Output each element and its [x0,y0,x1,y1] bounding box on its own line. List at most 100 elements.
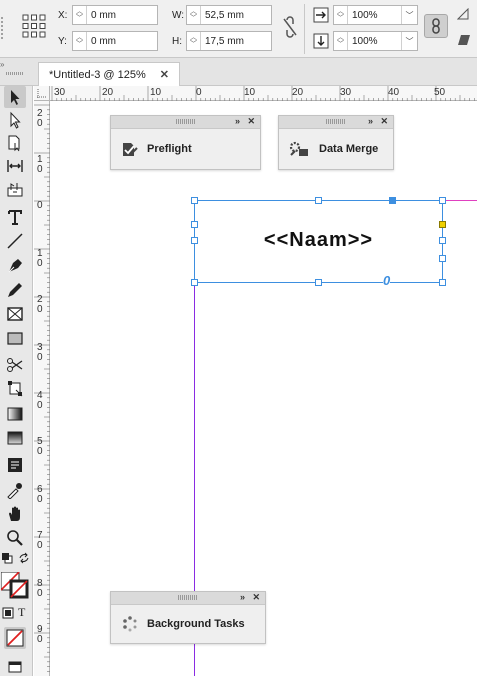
preflight-panel[interactable]: » ✕ Preflight [110,115,261,170]
ruler-label: 2 0 [37,294,43,315]
x-position-field[interactable]: ︿ ﹀ 0 mm [72,5,158,25]
preflight-icon [123,143,138,156]
selection-tool-icon[interactable] [4,86,26,108]
fill-stroke-swatch-icon[interactable] [0,571,31,603]
close-icon[interactable]: ✕ [247,116,255,127]
default-fill-stroke-icon[interactable] [1,552,13,567]
resize-handle-bottom[interactable] [315,279,322,286]
shear-icon[interactable] [457,34,471,49]
width-field[interactable]: ︿ ﹀ 52,5 mm [186,5,272,25]
spinner-icon [123,616,137,632]
formatting-text-icon[interactable]: T [18,605,25,620]
document-tab[interactable]: *Untitled-3 @ 125% ✕ [38,62,180,86]
close-icon[interactable]: ✕ [380,116,388,127]
data-merge-panel[interactable]: » ✕ Data Merge [278,115,394,170]
in-port-handle[interactable] [389,197,396,204]
constrain-scale-button[interactable] [424,14,448,38]
panel-header[interactable]: » ✕ [111,592,265,605]
scale-y-field[interactable]: ︿ ﹀ 100% ﹀ [333,31,418,51]
chevron-down-icon[interactable]: ﹀ [401,32,417,50]
hand-tool-icon[interactable] [4,503,26,525]
note-tool-icon[interactable] [4,454,26,476]
panel-header[interactable]: » ✕ [279,116,393,129]
type-tool-icon[interactable] [4,206,26,228]
resize-handle-left[interactable] [191,237,198,244]
resize-handle-right[interactable] [439,237,446,244]
document-tab-title: *Untitled-3 @ 125% [49,68,146,81]
scale-x-stepper[interactable]: ︿ ﹀ [334,6,348,24]
corner-options-handle[interactable] [191,221,198,228]
resize-handle-top[interactable] [315,197,322,204]
pen-tool-icon[interactable] [4,255,26,277]
ruler-label: 10 [150,87,162,98]
apply-none-icon[interactable] [4,627,26,649]
close-icon[interactable]: ✕ [160,68,169,81]
panel-grip[interactable] [326,119,346,124]
ruler-label: 0 [196,87,202,98]
preflight-button[interactable]: Preflight [111,129,260,169]
scissors-tool-icon[interactable] [4,354,26,376]
y-stepper[interactable]: ︿ ﹀ [73,32,87,50]
corner-options-yellow-handle[interactable] [439,221,446,228]
ruler-label: 2 0 [37,108,43,129]
collapse-panels-icon[interactable]: » [0,60,4,69]
w-label: W: [172,10,185,21]
height-stepper[interactable]: ︿ ﹀ [187,32,201,50]
text-frame[interactable]: <<Naam>> [194,200,443,283]
background-tasks-panel[interactable]: » ✕ Background Tasks [110,591,266,644]
resize-handle-top-right[interactable] [439,197,446,204]
resize-handle-top-left[interactable] [191,197,198,204]
panel-grip[interactable] [0,14,6,44]
h-label: H: [172,36,182,47]
constrain-proportions-icon[interactable] [282,16,298,41]
formatting-container-icon[interactable] [2,607,14,622]
line-tool-icon[interactable] [4,230,26,252]
y-position-field[interactable]: ︿ ﹀ 0 mm [72,31,158,51]
x-stepper[interactable]: ︿ ﹀ [73,6,87,24]
ruler-label: 6 0 [37,484,43,505]
vertical-ruler[interactable]: 2 0 1 0 0 1 0 2 0 3 0 4 0 5 0 6 0 7 0 8 … [34,101,50,676]
zoom-tool-icon[interactable] [4,527,26,549]
reference-point-icon[interactable] [22,14,46,41]
out-port-handle[interactable] [439,255,446,262]
margin-guide-horizontal [443,200,477,201]
chevron-down-icon[interactable]: ﹀ [401,6,417,24]
pasteboard[interactable] [51,101,477,676]
data-merge-button[interactable]: Data Merge [279,129,393,169]
collapse-icon[interactable]: » [368,116,373,126]
page-tool-icon[interactable] [4,132,26,154]
ruler-origin[interactable] [34,86,50,101]
text-frame-content[interactable]: <<Naam>> [195,229,442,252]
toolbox-grip[interactable] [6,72,24,75]
ruler-label: 7 0 [37,530,43,551]
panel-grip[interactable] [178,595,198,600]
collapse-icon[interactable]: » [240,592,245,602]
background-tasks-button[interactable]: Background Tasks [111,605,265,643]
rotate-icon[interactable] [456,7,471,23]
collapse-icon[interactable]: » [235,116,240,126]
height-field[interactable]: ︿ ﹀ 17,5 mm [186,31,272,51]
rectangle-tool-icon[interactable] [4,327,26,349]
panel-grip[interactable] [175,119,196,124]
scale-y-stepper[interactable]: ︿ ﹀ [334,32,348,50]
gradient-swatch-tool-icon[interactable] [4,403,26,425]
ruler-label: 8 0 [37,578,43,599]
width-stepper[interactable]: ︿ ﹀ [187,6,201,24]
free-transform-tool-icon[interactable] [4,378,26,400]
gradient-feather-tool-icon[interactable] [4,427,26,449]
direct-selection-tool-icon[interactable] [4,109,26,131]
resize-handle-bottom-left[interactable] [191,279,198,286]
content-collector-icon[interactable] [4,178,26,200]
content-grabber-icon[interactable]: 0 [383,274,391,288]
swap-fill-stroke-icon[interactable] [18,552,30,567]
eyedropper-tool-icon[interactable] [4,479,26,501]
rectangle-frame-tool-icon[interactable] [4,303,26,325]
screen-mode-icon[interactable] [4,656,26,678]
gap-tool-icon[interactable] [4,155,26,177]
resize-handle-bottom-right[interactable] [439,279,446,286]
close-icon[interactable]: ✕ [252,592,260,603]
pencil-tool-icon[interactable] [4,279,26,301]
scale-x-field[interactable]: ︿ ﹀ 100% ﹀ [333,5,418,25]
horizontal-ruler[interactable]: 30 20 10 0 10 20 30 40 50 [50,86,477,101]
panel-header[interactable]: » ✕ [111,116,260,129]
